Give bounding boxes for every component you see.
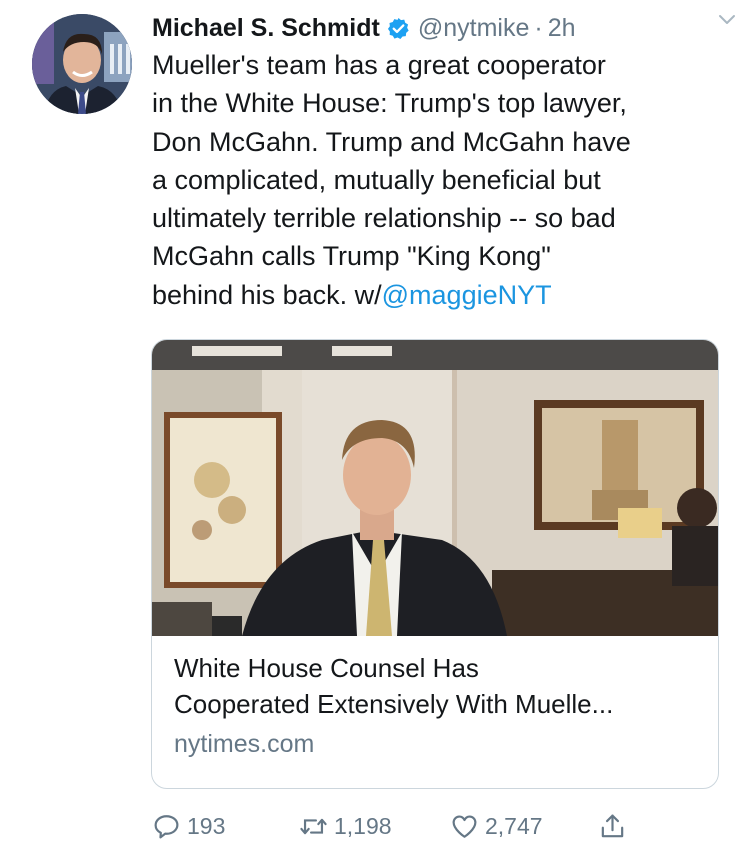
- tweet-text-line: Don McGahn. Trump and McGahn have: [152, 126, 631, 157]
- tweet-text-segment: behind his back. w/: [152, 279, 382, 310]
- tweet-text-line: McGahn calls Trump "King Kong": [152, 241, 551, 272]
- share-button[interactable]: [598, 812, 633, 841]
- tweet-text-line-last: behind his back. w/@maggieNYT: [152, 276, 732, 314]
- card-title[interactable]: White House Counsel Has Cooperated Exten…: [174, 650, 704, 722]
- like-count: 2,747: [485, 813, 543, 839]
- card-image[interactable]: [152, 340, 718, 636]
- share-icon: [601, 814, 624, 838]
- card-body: White House Counsel Has Cooperated Exten…: [174, 650, 704, 759]
- retweet-icon: [300, 818, 327, 835]
- author-avatar[interactable]: [32, 14, 132, 114]
- chevron-down-icon[interactable]: [715, 8, 739, 32]
- link-preview-card[interactable]: White House Counsel Has Cooperated Exten…: [151, 339, 719, 789]
- tweet-text-line: Mueller's team has a great cooperator: [152, 50, 606, 80]
- tweet-actions: 193 1,198 2,747: [152, 812, 749, 848]
- tweet-text-line: a complicated, mutually beneficial but: [152, 164, 601, 195]
- author-name[interactable]: Michael S. Schmidt: [152, 14, 380, 43]
- tweet-timestamp[interactable]: 2h: [548, 14, 576, 43]
- reply-button[interactable]: 193: [152, 812, 225, 841]
- card-title-line: White House Counsel Has: [174, 653, 479, 683]
- author-handle[interactable]: @nytmike: [418, 14, 530, 43]
- like-button[interactable]: 2,747: [450, 812, 543, 841]
- avatar-image: [32, 14, 132, 114]
- tweet-text: Mueller's team has a great cooperator in…: [152, 46, 732, 314]
- retweet-count: 1,198: [334, 813, 392, 839]
- separator-dot: ·: [534, 13, 543, 42]
- reply-count: 193: [187, 813, 226, 839]
- mention-link[interactable]: @maggieNYT: [382, 280, 552, 310]
- tweet-header: Michael S. Schmidt @nytmike · 2h: [152, 10, 729, 46]
- reply-icon: [154, 815, 179, 839]
- card-title-line: Cooperated Extensively With Muelle...: [174, 689, 614, 719]
- verified-badge-icon: [387, 17, 410, 40]
- tweet-text-line: ultimately terrible relationship -- so b…: [152, 203, 616, 234]
- retweet-button[interactable]: 1,198: [299, 812, 392, 841]
- card-domain: nytimes.com: [174, 730, 315, 758]
- heart-icon: [452, 815, 477, 838]
- tweet-text-line: in the White House: Trump's top lawyer,: [152, 88, 627, 119]
